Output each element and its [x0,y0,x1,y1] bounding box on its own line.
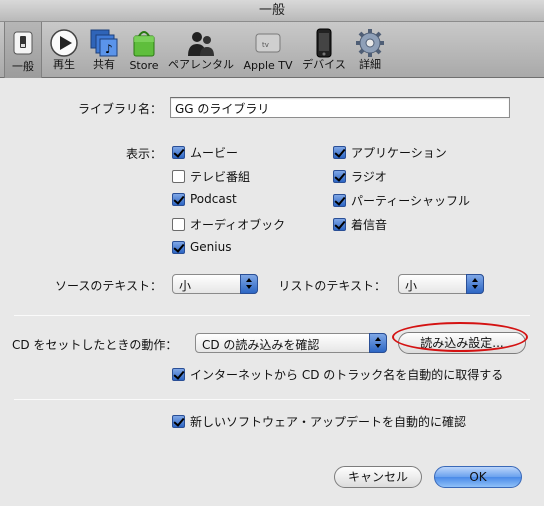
checkbox-ringtones-box[interactable] [333,218,346,231]
tab-apple-tv-label: Apple TV [243,59,293,72]
popup-arrows-icon [466,274,484,294]
checkbox-audiobooks-label: オーディオブック [190,218,286,232]
tab-playback-label: 再生 [53,58,75,71]
play-icon [50,29,78,57]
checkbox-tv-shows[interactable]: テレビ番組 [172,168,250,185]
list-text-value: 小 [405,279,418,293]
cancel-button[interactable]: キャンセル [334,466,422,488]
gear-icon [356,29,384,57]
general-pane: ライブラリ名： GG のライブラリ 表示： ムービー テレビ番組 Podcast… [0,79,544,506]
ok-button[interactable]: OK [434,466,522,488]
checkbox-applications[interactable]: アプリケーション [333,144,447,161]
library-name-field[interactable]: GG のライブラリ [170,97,510,118]
separator [14,315,530,316]
device-icon [316,28,332,58]
tab-devices[interactable]: デバイス [300,26,348,76]
highlight-oval [392,322,528,352]
checkbox-podcast-label: Podcast [190,192,237,206]
checkbox-ringtones[interactable]: 着信音 [333,216,387,233]
tab-parental-label: ペアレンタル [168,58,234,71]
popup-arrows-icon [240,274,258,294]
checkbox-applications-label: アプリケーション [351,146,447,160]
source-text-value: 小 [179,279,192,293]
checkbox-party-shuffle-box[interactable] [333,194,346,207]
checkbox-movies[interactable]: ムービー [172,144,238,161]
checkbox-movies-box[interactable] [172,146,185,159]
checkbox-tv-shows-box[interactable] [172,170,185,183]
tab-store-label: Store [129,59,159,72]
tab-general-label: 一般 [12,60,34,73]
checkbox-podcast-box[interactable] [172,192,185,206]
checkbox-ringtones-label: 着信音 [351,218,388,232]
tab-devices-label: デバイス [302,58,346,71]
apple-tv-icon: tv [255,33,281,53]
checkbox-auto-track-names-box[interactable] [172,368,185,381]
svg-text:tv: tv [262,41,269,49]
general-switch-icon [13,31,33,55]
checkbox-software-update-label: 新しいソフトウェア・アップデートを自動的に確認 [190,415,467,429]
source-text-popup[interactable]: 小 [172,274,258,294]
checkbox-software-update[interactable]: 新しいソフトウェア・アップデートを自動的に確認 [172,413,466,430]
cd-action-label: CD をセットしたときの動作： [12,338,178,352]
cd-action-value: CD の読み込みを確認 [202,338,320,352]
parental-icon [188,32,214,56]
cd-action-popup[interactable]: CD の読み込みを確認 [195,333,387,353]
tab-general[interactable]: 一般 [4,22,42,78]
tab-advanced-label: 詳細 [359,58,381,71]
source-text-label: ソースのテキスト： [54,279,162,293]
library-name-label: ライブラリ名： [77,102,162,116]
checkbox-radio[interactable]: ラジオ [333,168,387,185]
separator [14,399,530,400]
checkbox-party-shuffle[interactable]: パーティーシャッフル [333,192,470,209]
checkbox-audiobooks[interactable]: オーディオブック [172,216,285,233]
checkbox-applications-box[interactable] [333,146,346,159]
checkbox-audiobooks-box[interactable] [172,218,185,231]
checkbox-auto-track-names-label: インターネットから CD のトラック名を自動的に取得する [190,368,504,382]
checkbox-auto-track-names[interactable]: インターネットから CD のトラック名を自動的に取得する [172,366,503,383]
share-icon: ♪ [90,29,118,57]
store-bag-icon [133,31,155,57]
show-label: 表示： [125,147,162,161]
checkbox-tv-shows-label: テレビ番組 [190,170,251,184]
tab-sharing[interactable]: ♪ 共有 [86,26,122,76]
list-text-label: リストのテキスト： [278,279,386,293]
tab-parental[interactable]: ペアレンタル [166,26,236,76]
checkbox-movies-label: ムービー [190,146,239,160]
checkbox-radio-box[interactable] [333,170,346,183]
checkbox-party-shuffle-label: パーティーシャッフル [351,194,471,208]
checkbox-podcast[interactable]: Podcast [172,192,237,206]
tab-store[interactable]: Store [126,26,162,76]
checkbox-radio-label: ラジオ [351,170,387,184]
tab-playback[interactable]: 再生 [46,26,82,76]
popup-arrows-icon [369,333,387,353]
checkbox-genius[interactable]: Genius [172,240,231,254]
checkbox-software-update-box[interactable] [172,415,185,428]
checkbox-genius-box[interactable] [172,240,185,254]
list-text-popup[interactable]: 小 [398,274,484,294]
svg-text:♪: ♪ [105,42,113,56]
window-title: 一般 [0,0,544,22]
tab-apple-tv[interactable]: tv Apple TV [240,26,296,76]
tab-advanced[interactable]: 詳細 [352,26,388,76]
checkbox-genius-label: Genius [190,240,232,254]
tab-sharing-label: 共有 [93,58,115,71]
preferences-toolbar: 一般 再生 ♪ 共有 Store ペアレンタル tv Apple TV デバイス… [0,22,544,78]
